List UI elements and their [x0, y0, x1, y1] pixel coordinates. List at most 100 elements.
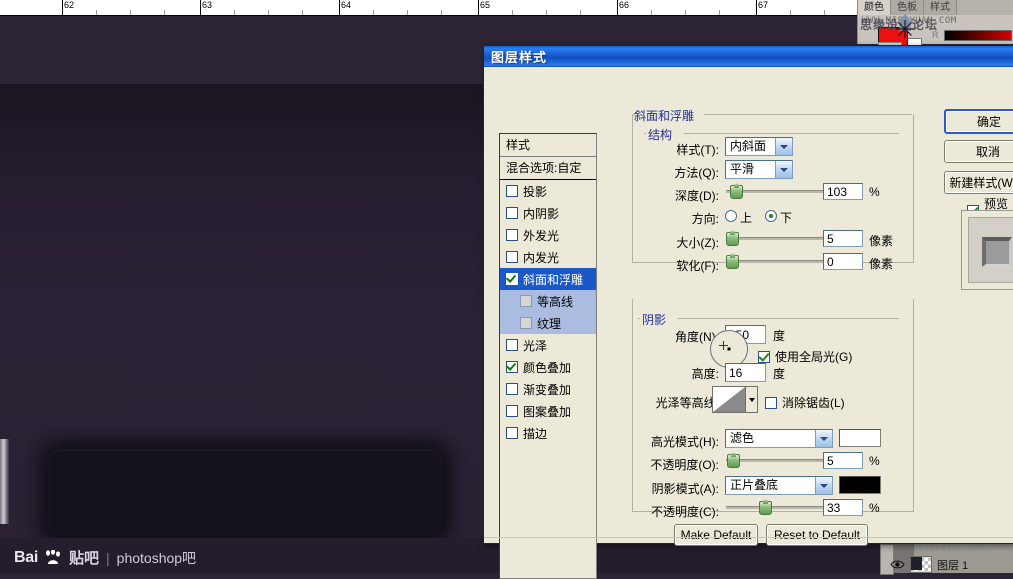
checkbox-gradient-overlay[interactable] [506, 383, 518, 395]
shadow-color-swatch[interactable] [839, 476, 881, 494]
styles-list-panel[interactable]: 样式 混合选项:自定 投影 内阴影 外发光 内发光 斜面和浮雕 等高线 纹理 光… [499, 133, 597, 579]
chevron-down-icon[interactable] [775, 161, 792, 178]
style-item-label: 渐变叠加 [523, 382, 572, 397]
style-item-texture[interactable]: 纹理 [500, 312, 596, 334]
reset-to-default-button[interactable]: Reset to Default [766, 524, 868, 546]
shading-title: 阴影 [642, 313, 667, 327]
chevron-down-icon[interactable] [775, 138, 792, 155]
checkbox-inner-shadow[interactable] [506, 207, 518, 219]
style-item-label: 斜面和浮雕 [523, 272, 584, 287]
checkbox-contour[interactable] [520, 295, 532, 307]
anti-alias-row[interactable]: 消除锯齿(L) [765, 394, 845, 411]
style-item-label: 颜色叠加 [523, 360, 572, 375]
style-item-inner-shadow[interactable]: 内阴影 [500, 202, 596, 224]
style-item-color-overlay[interactable]: 颜色叠加 [500, 356, 596, 378]
style-item-gradient-overlay[interactable]: 渐变叠加 [500, 378, 596, 400]
checkbox-stroke[interactable] [506, 427, 518, 439]
depth-input[interactable]: 103 [823, 183, 863, 200]
highlight-color-swatch[interactable] [839, 429, 881, 447]
bevel-technique-select[interactable]: 平滑 [725, 160, 793, 179]
style-item-bevel-and-emboss[interactable]: 斜面和浮雕 [500, 268, 596, 290]
ruler-label: 65 [480, 0, 491, 10]
checkbox-bevel-and-emboss[interactable] [506, 273, 518, 285]
size-input[interactable]: 5 [823, 230, 863, 247]
ok-button[interactable]: 确定 [944, 109, 1013, 134]
checkbox-inner-glow[interactable] [506, 251, 518, 263]
style-item-drop-shadow[interactable]: 投影 [500, 180, 596, 202]
style-item-stroke[interactable]: 描边 [500, 422, 596, 444]
use-global-light-label: 使用全局光(G) [775, 350, 853, 364]
shadow-mode-select[interactable]: 正片叠底 [725, 476, 833, 495]
preview-thumbnail-shape [982, 237, 1012, 267]
checkbox-color-overlay[interactable] [506, 361, 518, 373]
depth-slider[interactable] [726, 183, 831, 199]
dialog-title-text: 图层样式 [491, 50, 548, 65]
shadow-mode-label: 阴影模式(A): [651, 482, 719, 496]
cancel-button[interactable]: 取消 [944, 140, 1013, 163]
checkbox-outer-glow[interactable] [506, 229, 518, 241]
style-item-label: 内阴影 [523, 206, 560, 221]
channel-r-slider[interactable] [944, 30, 1012, 41]
direction-up-radio[interactable] [725, 210, 737, 222]
blending-options-item[interactable]: 混合选项:自定 [500, 157, 596, 180]
style-item-label: 图案叠加 [523, 404, 572, 419]
soften-input[interactable]: 0 [823, 253, 863, 270]
checkbox-use-global-light[interactable] [758, 350, 770, 363]
tab-styles[interactable]: 样式 [924, 0, 957, 15]
use-global-light-row[interactable]: 使用全局光(G) [758, 348, 852, 365]
panel-tab-strip[interactable]: 颜色 色板 样式 [858, 0, 1013, 15]
size-field-label: 大小(Z): [676, 236, 719, 250]
checkbox-texture[interactable] [520, 317, 532, 329]
gloss-contour-preview[interactable] [712, 386, 746, 413]
bevel-style-select[interactable]: 内斜面 [725, 137, 793, 156]
tab-color[interactable]: 颜色 [858, 0, 891, 15]
layer-name-label: 图层 1 [937, 559, 969, 572]
new-style-button[interactable]: 新建样式(W)... [944, 171, 1013, 194]
style-item-label: 等高线 [537, 294, 574, 309]
layer-style-dialog[interactable]: 图层样式 样式 混合选项:自定 投影 内阴影 外发光 内发光 斜面和浮雕 等高线… [483, 45, 1013, 579]
highlight-mode-select[interactable]: 滤色 [725, 429, 833, 448]
baidu-tieba-branding: Bai 贴吧 | photoshop吧 [14, 547, 196, 568]
size-slider[interactable] [726, 230, 831, 246]
style-item-outer-glow[interactable]: 外发光 [500, 224, 596, 246]
ruler-label: 64 [341, 0, 352, 10]
style-item-label: 内发光 [523, 250, 560, 265]
direction-field-label: 方向: [691, 212, 719, 226]
make-default-button[interactable]: Make Default [674, 524, 758, 546]
technique-field-label: 方法(Q): [674, 166, 719, 180]
style-item-contour[interactable]: 等高线 [500, 290, 596, 312]
shadow-opacity-slider[interactable] [726, 499, 831, 515]
canvas-rounded-plate-shape [48, 449, 443, 537]
eye-icon[interactable] [890, 559, 905, 570]
dialog-body: 样式 混合选项:自定 投影 内阴影 外发光 内发光 斜面和浮雕 等高线 纹理 光… [484, 67, 1013, 579]
chevron-down-icon[interactable] [815, 430, 832, 447]
direction-down-radio[interactable] [765, 210, 777, 222]
highlight-opacity-slider[interactable] [726, 452, 831, 468]
baidu-tieba-text: 贴吧 [69, 550, 100, 567]
size-unit-label: 像素 [869, 234, 894, 248]
checkbox-pattern-overlay[interactable] [506, 405, 518, 417]
shadow-opacity-unit: % [869, 501, 880, 515]
checkbox-satin[interactable] [506, 339, 518, 351]
layer-thumbnail[interactable] [910, 556, 932, 573]
shadow-opacity-input[interactable]: 33 [823, 499, 863, 516]
gloss-contour-label: 光泽等高线: [655, 396, 719, 410]
checkbox-drop-shadow[interactable] [506, 185, 518, 197]
highlight-opacity-input[interactable]: 5 [823, 452, 863, 469]
style-item-pattern-overlay[interactable]: 图案叠加 [500, 400, 596, 422]
angle-field-label: 角度(N): [675, 330, 719, 344]
style-item-label: 纹理 [537, 316, 562, 331]
altitude-unit-label: 度 [773, 367, 786, 381]
checkbox-anti-aliased[interactable] [765, 396, 777, 409]
canvas-left-strip-shape [0, 439, 10, 524]
gloss-contour-dropdown[interactable] [746, 386, 758, 413]
styles-list-header: 样式 [500, 134, 596, 157]
altitude-input[interactable]: 16 [725, 363, 766, 382]
style-item-inner-glow[interactable]: 内发光 [500, 246, 596, 268]
dialog-titlebar[interactable]: 图层样式 [484, 46, 1013, 67]
style-item-satin[interactable]: 光泽 [500, 334, 596, 356]
chevron-down-icon[interactable] [815, 477, 832, 494]
soften-slider[interactable] [726, 253, 831, 269]
soften-field-label: 软化(F): [676, 259, 719, 273]
layer-row[interactable]: 图层 1 [890, 556, 968, 573]
